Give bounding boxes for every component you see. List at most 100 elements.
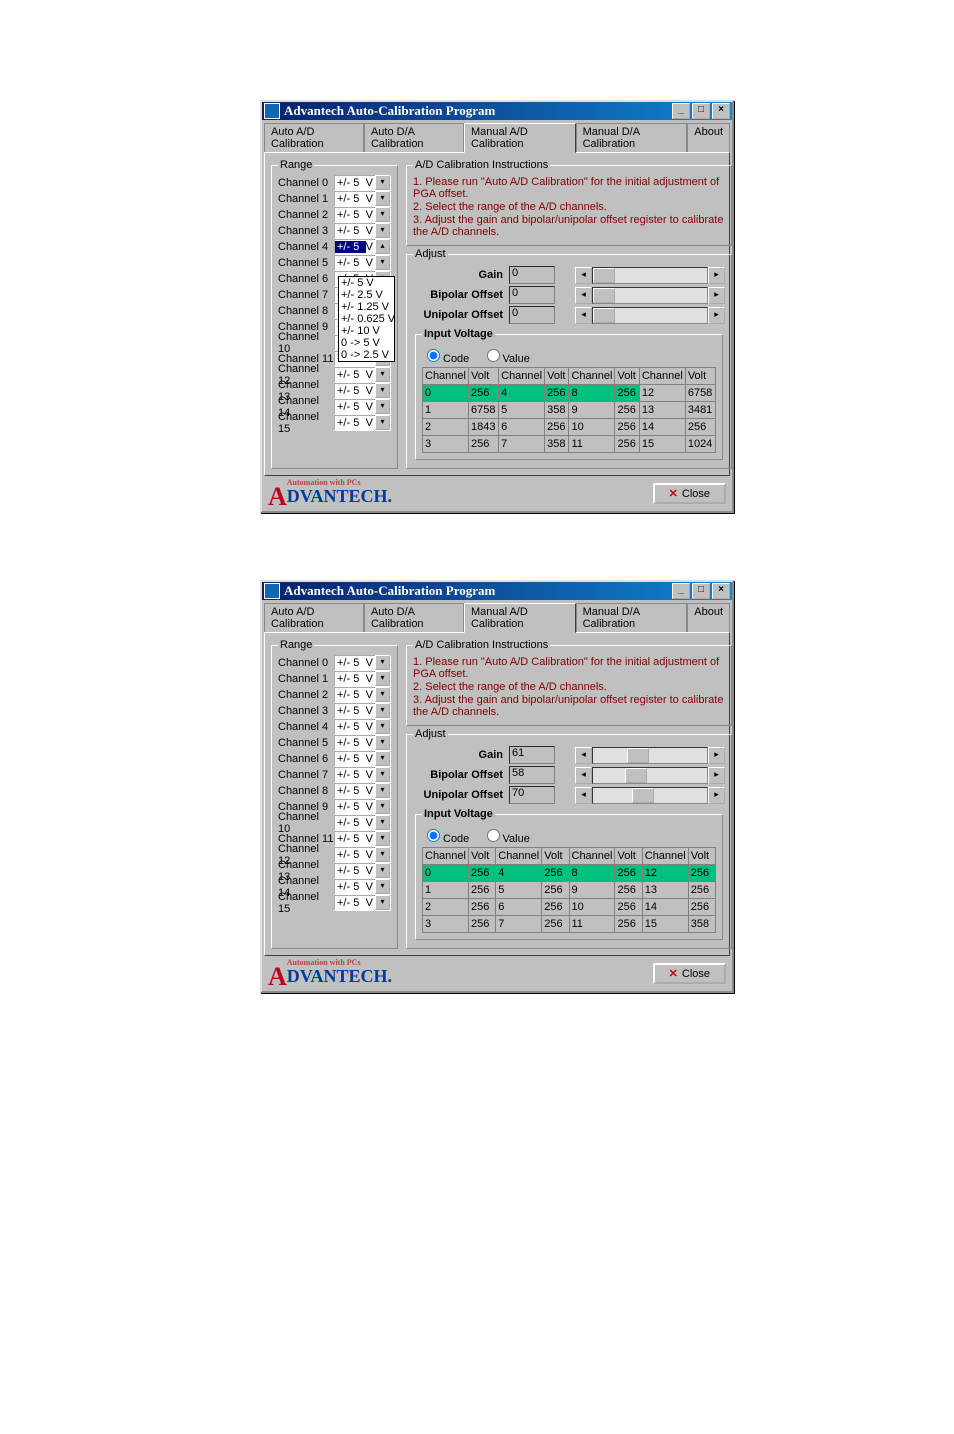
chevron-down-icon[interactable]: ▾ (375, 767, 390, 782)
range-combo-channel-12[interactable]: +/- 5V▾ (334, 367, 391, 383)
chevron-down-icon[interactable]: ▾ (375, 703, 390, 718)
chevron-down-icon[interactable]: ▾ (375, 895, 390, 910)
dropdown-option[interactable]: +/- 0.625 V (339, 313, 394, 325)
chevron-down-icon[interactable]: ▾ (375, 383, 390, 398)
chevron-down-icon[interactable]: ▾ (375, 847, 390, 862)
chevron-down-icon[interactable]: ▾ (375, 815, 390, 830)
chevron-down-icon[interactable]: ▾ (375, 223, 390, 238)
minimize-button[interactable]: _ (672, 103, 690, 119)
chevron-down-icon[interactable]: ▾ (375, 207, 390, 222)
chevron-down-icon[interactable]: ▾ (375, 671, 390, 686)
adjust-slider-bipolar[interactable]: ◂▸ (575, 287, 725, 303)
chevron-down-icon[interactable]: ▾ (375, 175, 390, 190)
range-combo-channel-1[interactable]: +/- 5V▾ (334, 671, 391, 687)
slider-track[interactable] (592, 307, 708, 324)
range-combo-channel-7[interactable]: +/- 5V▾ (334, 767, 391, 783)
dropdown-option[interactable]: +/- 2.5 V (339, 289, 394, 301)
range-combo-channel-6[interactable]: +/- 5V▾ (334, 751, 391, 767)
range-combo-channel-10[interactable]: +/- 5V▾ (334, 815, 391, 831)
range-dropdown-list[interactable]: +/- 5 V+/- 2.5 V+/- 1.25 V+/- 0.625 V+/-… (338, 276, 395, 362)
tab-manual-da[interactable]: Manual D/A Calibration (576, 603, 688, 633)
range-combo-channel-13[interactable]: +/- 5V▾ (334, 863, 391, 879)
tab-auto-da[interactable]: Auto D/A Calibration (364, 123, 464, 153)
chevron-down-icon[interactable]: ▾ (375, 367, 390, 382)
adjust-value-gain[interactable]: 61 (509, 746, 555, 764)
range-combo-channel-15[interactable]: +/- 5V▾ (334, 895, 391, 911)
range-combo-channel-12[interactable]: +/- 5V▾ (334, 847, 391, 863)
slider-thumb[interactable] (593, 288, 615, 303)
chevron-down-icon[interactable]: ▴ (375, 239, 390, 254)
chevron-down-icon[interactable]: ▾ (375, 751, 390, 766)
arrow-right-icon[interactable]: ▸ (708, 767, 725, 784)
adjust-value-bipolar[interactable]: 0 (509, 286, 555, 304)
range-combo-channel-5[interactable]: +/- 5V▾ (334, 735, 391, 751)
adjust-slider-unipolar[interactable]: ◂▸ (575, 307, 725, 323)
tab-auto-ad[interactable]: Auto A/D Calibration (264, 603, 364, 633)
tab-auto-da[interactable]: Auto D/A Calibration (364, 603, 464, 633)
slider-thumb[interactable] (627, 748, 649, 763)
arrow-right-icon[interactable]: ▸ (708, 287, 725, 304)
maximize-button[interactable]: □ (692, 103, 710, 119)
range-combo-channel-3[interactable]: +/- 5V▾ (334, 223, 391, 239)
slider-track[interactable] (592, 287, 708, 304)
minimize-button[interactable]: _ (672, 583, 690, 599)
range-combo-channel-13[interactable]: +/- 5V▾ (334, 383, 391, 399)
adjust-slider-gain[interactable]: ◂▸ (575, 267, 725, 283)
range-combo-channel-14[interactable]: +/- 5V▾ (334, 399, 391, 415)
chevron-down-icon[interactable]: ▾ (375, 415, 390, 430)
range-combo-channel-14[interactable]: +/- 5V▾ (334, 879, 391, 895)
slider-track[interactable] (592, 747, 708, 764)
adjust-value-bipolar[interactable]: 58 (509, 766, 555, 784)
radio-code-input[interactable] (427, 349, 440, 362)
range-combo-channel-4[interactable]: +/- 5V▴ (334, 239, 391, 255)
adjust-slider-gain[interactable]: ◂▸ (575, 747, 725, 763)
range-combo-channel-8[interactable]: +/- 5V▾ (334, 783, 391, 799)
arrow-right-icon[interactable]: ▸ (708, 787, 725, 804)
radio-value-input[interactable] (487, 829, 500, 842)
slider-thumb[interactable] (593, 308, 615, 323)
chevron-down-icon[interactable]: ▾ (375, 399, 390, 414)
arrow-left-icon[interactable]: ◂ (575, 287, 592, 304)
arrow-left-icon[interactable]: ◂ (575, 747, 592, 764)
range-combo-channel-2[interactable]: +/- 5V▾ (334, 687, 391, 703)
tab-manual-ad[interactable]: Manual A/D Calibration (464, 123, 576, 153)
range-combo-channel-0[interactable]: +/- 5V▾ (334, 655, 391, 671)
chevron-down-icon[interactable]: ▾ (375, 655, 390, 670)
titlebar[interactable]: Advantech Auto-Calibration Program _ □ × (262, 102, 732, 120)
arrow-left-icon[interactable]: ◂ (575, 767, 592, 784)
tab-about[interactable]: About (687, 123, 730, 153)
tab-about[interactable]: About (687, 603, 730, 633)
chevron-down-icon[interactable]: ▾ (375, 799, 390, 814)
range-combo-channel-9[interactable]: +/- 5V▾ (334, 799, 391, 815)
range-combo-channel-0[interactable]: +/- 5V▾ (334, 175, 391, 191)
slider-thumb[interactable] (632, 788, 654, 803)
range-combo-channel-5[interactable]: +/- 5V▾ (334, 255, 391, 271)
dropdown-option[interactable]: +/- 1.25 V (339, 301, 394, 313)
range-combo-channel-4[interactable]: +/- 5V▾ (334, 719, 391, 735)
tab-manual-da[interactable]: Manual D/A Calibration (576, 123, 688, 153)
arrow-left-icon[interactable]: ◂ (575, 307, 592, 324)
adjust-slider-bipolar[interactable]: ◂▸ (575, 767, 725, 783)
slider-track[interactable] (592, 787, 708, 804)
range-combo-channel-1[interactable]: +/- 5V▾ (334, 191, 391, 207)
arrow-right-icon[interactable]: ▸ (708, 307, 725, 324)
close-window-button[interactable]: × (712, 103, 730, 119)
range-combo-channel-11[interactable]: +/- 5V▾ (334, 831, 391, 847)
radio-value-input[interactable] (487, 349, 500, 362)
maximize-button[interactable]: □ (692, 583, 710, 599)
arrow-left-icon[interactable]: ◂ (575, 787, 592, 804)
radio-value[interactable]: Value (482, 353, 530, 365)
range-combo-channel-15[interactable]: +/- 5V▾ (334, 415, 391, 431)
radio-code[interactable]: Code (422, 833, 469, 845)
arrow-right-icon[interactable]: ▸ (708, 747, 725, 764)
radio-code-input[interactable] (427, 829, 440, 842)
titlebar[interactable]: Advantech Auto-Calibration Program _ □ × (262, 582, 732, 600)
chevron-down-icon[interactable]: ▾ (375, 831, 390, 846)
tab-auto-ad[interactable]: Auto A/D Calibration (264, 123, 364, 153)
range-combo-channel-3[interactable]: +/- 5V▾ (334, 703, 391, 719)
range-combo-channel-2[interactable]: +/- 5V▾ (334, 207, 391, 223)
arrow-right-icon[interactable]: ▸ (708, 267, 725, 284)
chevron-down-icon[interactable]: ▾ (375, 687, 390, 702)
radio-value[interactable]: Value (482, 833, 530, 845)
chevron-down-icon[interactable]: ▾ (375, 735, 390, 750)
